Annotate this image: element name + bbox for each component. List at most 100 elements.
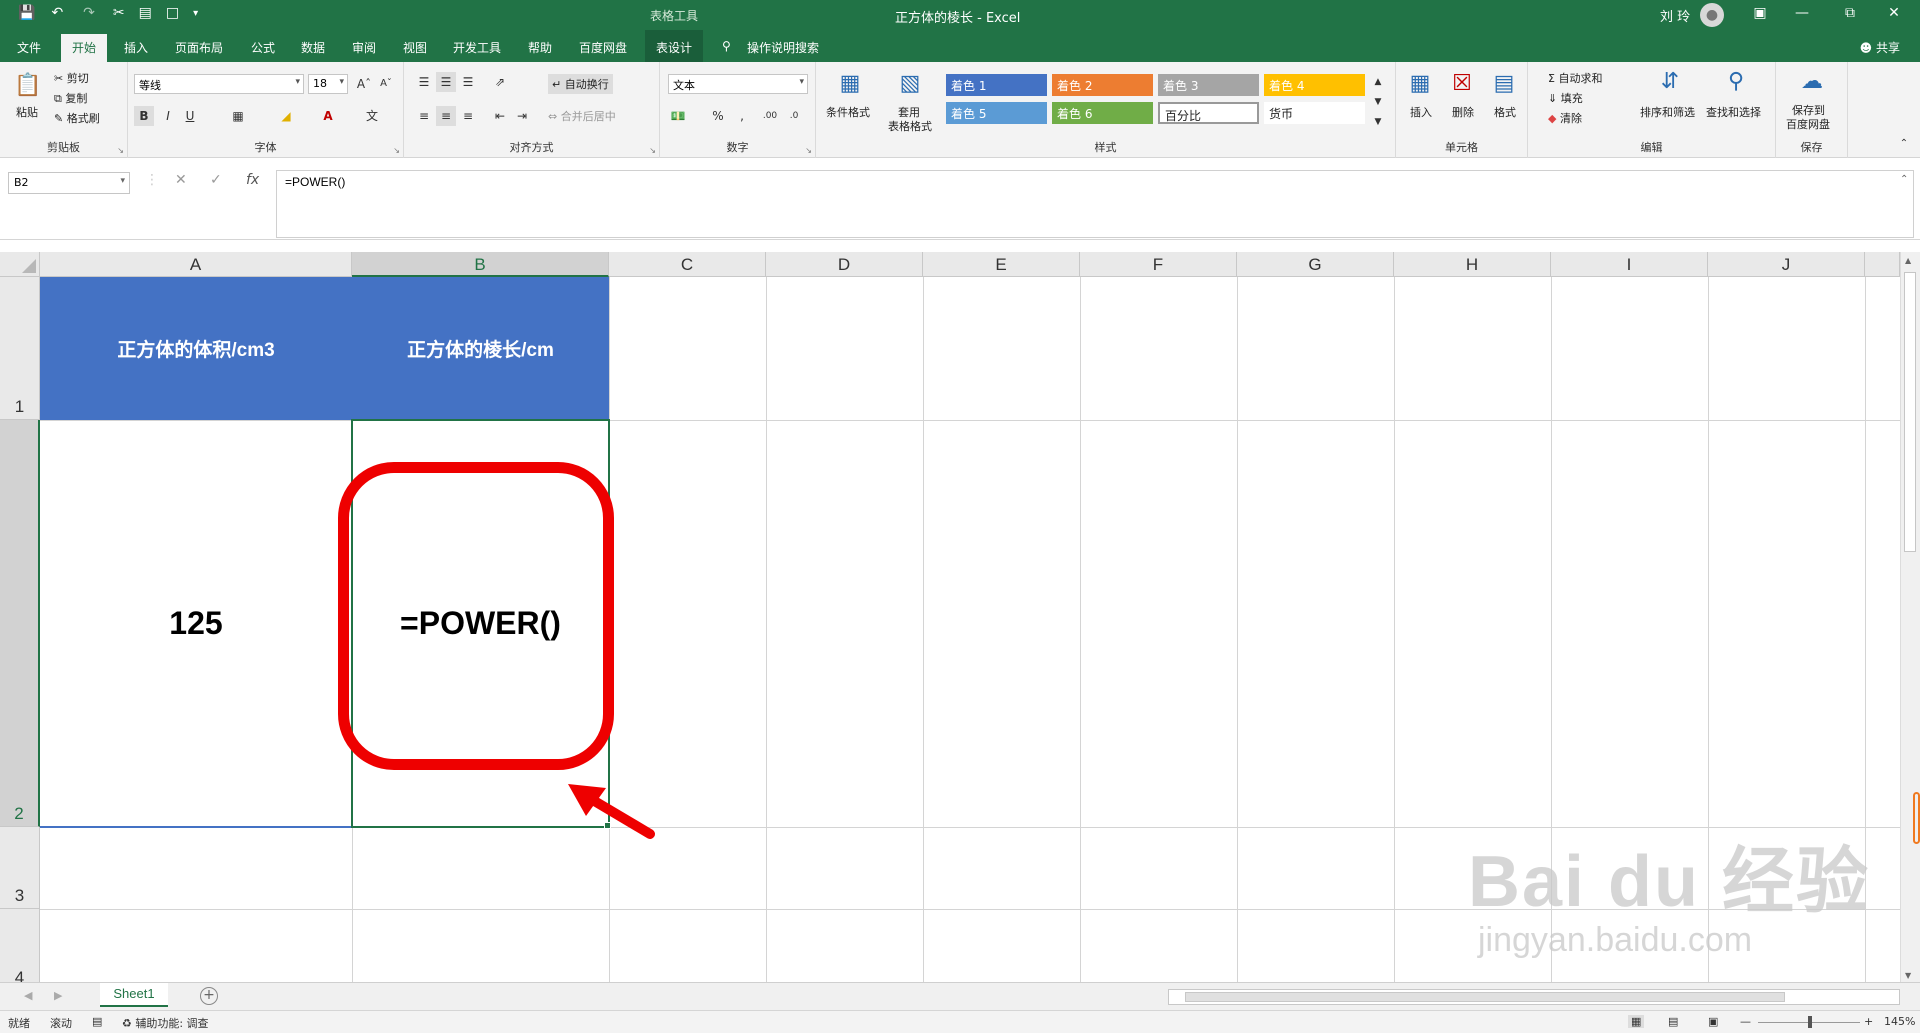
- cell-b1[interactable]: 正方体的棱长/cm: [352, 277, 609, 420]
- style-accent-6[interactable]: 着色 6: [1052, 102, 1153, 124]
- cell-a1[interactable]: 正方体的体积/cm3: [40, 277, 352, 420]
- column-header-g[interactable]: G: [1237, 252, 1394, 277]
- row-header-2[interactable]: 2: [0, 420, 40, 827]
- normal-view-icon[interactable]: ▦: [1628, 1015, 1645, 1028]
- column-header-e[interactable]: E: [923, 252, 1080, 277]
- column-header-i[interactable]: I: [1551, 252, 1708, 277]
- font-size-select[interactable]: 18 ▾: [308, 74, 348, 94]
- merge-center-button[interactable]: ⇔ 合并后居中: [548, 108, 616, 124]
- tab-data[interactable]: 数据: [301, 39, 325, 56]
- clear-button[interactable]: ◆ 清除: [1548, 110, 1582, 126]
- column-header-a[interactable]: A: [40, 252, 352, 277]
- column-header-f[interactable]: F: [1080, 252, 1237, 277]
- scroll-up-icon[interactable]: ▲: [1905, 256, 1911, 265]
- column-header-d[interactable]: D: [766, 252, 923, 277]
- dialog-launcher-icon[interactable]: ↘: [117, 146, 124, 155]
- bold-icon[interactable]: B: [134, 106, 154, 126]
- fill-color-icon[interactable]: ◢: [276, 106, 296, 126]
- percent-icon[interactable]: %: [708, 106, 728, 126]
- enter-icon[interactable]: ✓: [210, 172, 222, 188]
- horizontal-scrollbar[interactable]: [1168, 989, 1900, 1005]
- row-header-1[interactable]: 1: [0, 277, 40, 420]
- number-format-select[interactable]: 文本 ▾: [668, 74, 808, 94]
- save-icon[interactable]: 💾: [18, 5, 35, 21]
- shrink-font-icon[interactable]: Aˇ: [376, 74, 396, 94]
- align-middle-icon[interactable]: ☰: [436, 72, 456, 92]
- sheet-next-icon[interactable]: ▶: [54, 989, 62, 1002]
- find-select-icon[interactable]: ⚲: [1720, 66, 1752, 98]
- format-cells-button[interactable]: 格式: [1494, 104, 1516, 120]
- wrap-text-button[interactable]: ↵ 自动换行: [548, 74, 613, 94]
- orientation-icon[interactable]: ⇗: [490, 72, 510, 92]
- column-header-b[interactable]: B: [352, 252, 609, 277]
- tab-help[interactable]: 帮助: [528, 39, 552, 56]
- style-accent-3[interactable]: 着色 3: [1158, 74, 1259, 96]
- format-painter-button[interactable]: ✎ 格式刷: [54, 110, 100, 126]
- style-percent[interactable]: 百分比: [1158, 102, 1259, 124]
- sheet-tab-sheet1[interactable]: Sheet1: [100, 983, 168, 1007]
- conditional-format-icon[interactable]: ▦: [834, 68, 866, 100]
- delete-cells-button[interactable]: 删除: [1452, 104, 1474, 120]
- vertical-scroll-thumb[interactable]: [1904, 272, 1916, 552]
- user-name[interactable]: 刘 玲: [1660, 6, 1690, 25]
- scroll-down-icon[interactable]: ▼: [1905, 971, 1911, 980]
- column-header-c[interactable]: C: [609, 252, 766, 277]
- row-header-3[interactable]: 3: [0, 827, 40, 909]
- page-break-view-icon[interactable]: ▣: [1708, 1015, 1718, 1028]
- styles-more-icon[interactable]: ▼: [1368, 112, 1388, 132]
- format-cells-icon[interactable]: ▤: [1488, 68, 1520, 100]
- save-to-netdisk-line2[interactable]: 百度网盘: [1786, 116, 1830, 132]
- cloud-save-icon[interactable]: ☁: [1796, 66, 1828, 98]
- dialog-launcher-icon[interactable]: ↘: [393, 146, 400, 155]
- style-accent-2[interactable]: 着色 2: [1052, 74, 1153, 96]
- tell-me-icon[interactable]: ⚲: [722, 39, 731, 53]
- print-preview-icon[interactable]: ▤: [139, 5, 152, 21]
- customize-qat-icon[interactable]: ▾: [193, 8, 198, 19]
- undo-icon[interactable]: ↶: [51, 5, 63, 21]
- insert-function-icon[interactable]: fx: [246, 172, 259, 188]
- align-bottom-icon[interactable]: ☰: [458, 72, 478, 92]
- column-header-h[interactable]: H: [1394, 252, 1551, 277]
- comma-icon[interactable]: ,: [732, 106, 752, 126]
- column-header-j[interactable]: J: [1708, 252, 1865, 277]
- conditional-format-button[interactable]: 条件格式: [826, 104, 870, 120]
- font-color-icon[interactable]: A: [318, 106, 338, 126]
- increase-decimal-icon[interactable]: .00: [760, 106, 780, 126]
- sort-filter-button[interactable]: 排序和筛选: [1640, 104, 1695, 120]
- macro-record-icon[interactable]: ▤: [92, 1015, 102, 1028]
- format-as-table-line2[interactable]: 表格格式: [888, 118, 932, 134]
- style-currency[interactable]: 货币: [1264, 102, 1365, 124]
- horizontal-scroll-thumb[interactable]: [1185, 992, 1785, 1002]
- insert-cells-button[interactable]: 插入: [1410, 104, 1432, 120]
- dialog-launcher-icon[interactable]: ↘: [649, 146, 656, 155]
- italic-icon[interactable]: I: [158, 106, 178, 126]
- collapse-ribbon-icon[interactable]: ⌃: [1894, 134, 1914, 154]
- paste-icon[interactable]: 📋: [12, 70, 44, 102]
- name-box[interactable]: B2 ▾: [8, 172, 130, 194]
- row-header-4[interactable]: 4: [0, 909, 40, 982]
- styles-scroll-up-icon[interactable]: ▲: [1368, 72, 1388, 92]
- cut-button[interactable]: ✂ 剪切: [54, 70, 89, 86]
- accessibility-status[interactable]: ♻ 辅助功能: 调查: [122, 1015, 209, 1031]
- page-layout-view-icon[interactable]: ▤: [1668, 1015, 1678, 1028]
- insert-cells-icon[interactable]: ▦: [1404, 68, 1436, 100]
- zoom-slider-thumb[interactable]: [1808, 1016, 1812, 1028]
- find-select-button[interactable]: 查找和选择: [1706, 104, 1761, 120]
- styles-scroll-down-icon[interactable]: ▼: [1368, 92, 1388, 112]
- tab-formulas[interactable]: 公式: [251, 39, 275, 56]
- close-icon[interactable]: ✕: [1882, 5, 1906, 21]
- zoom-level[interactable]: 145%: [1884, 1015, 1915, 1028]
- tab-baidu-netdisk[interactable]: 百度网盘: [579, 39, 627, 56]
- cell-a2[interactable]: 125: [40, 420, 352, 827]
- restore-icon[interactable]: ⧉: [1838, 5, 1862, 21]
- formula-input[interactable]: =POWER(): [276, 170, 1914, 238]
- delete-cells-icon[interactable]: ☒: [1446, 68, 1478, 100]
- tab-page-layout[interactable]: 页面布局: [175, 39, 223, 56]
- share-button[interactable]: ☻ 共享: [1860, 39, 1900, 56]
- sheet-prev-icon[interactable]: ◀: [24, 989, 32, 1002]
- grow-font-icon[interactable]: Aˆ: [354, 74, 374, 94]
- decrease-indent-icon[interactable]: ⇤: [490, 106, 510, 126]
- column-header-partial[interactable]: [1865, 252, 1900, 277]
- zoom-in-icon[interactable]: +: [1864, 1015, 1873, 1028]
- underline-icon[interactable]: U: [180, 106, 200, 126]
